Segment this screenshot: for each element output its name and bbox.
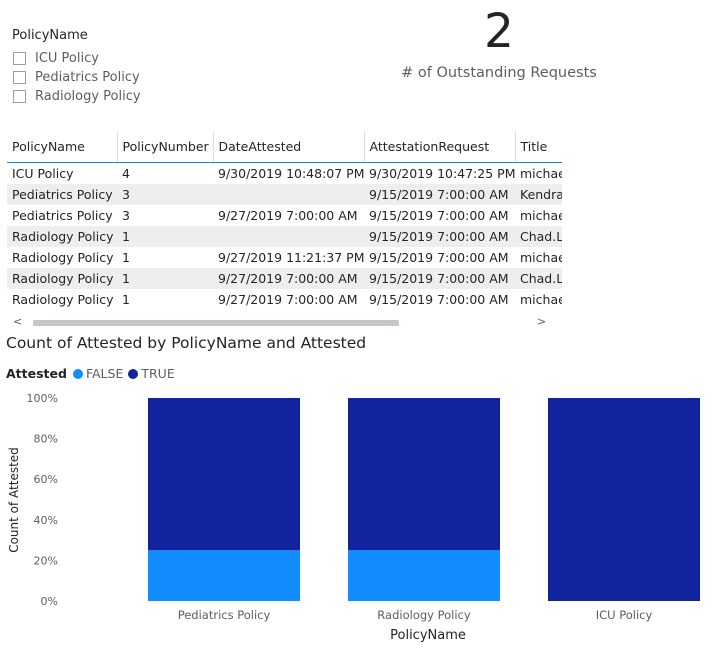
table-row: Radiology Policy 1 9/15/2019 7:00:00 AM … xyxy=(7,226,562,247)
chart-title: Count of Attested by PolicyName and Atte… xyxy=(6,334,367,352)
legend-label: TRUE xyxy=(141,366,175,381)
card-value: 2 xyxy=(484,4,514,59)
cell: 9/15/2019 7:00:00 AM xyxy=(364,184,515,205)
cell: 9/27/2019 7:00:00 AM xyxy=(213,289,364,310)
cell: ICU Policy xyxy=(7,162,117,184)
policyname-slicer: PolicyName ICU Policy Pediatrics Policy … xyxy=(12,28,212,106)
cell xyxy=(213,184,364,205)
cell: 9/30/2019 10:48:07 PM xyxy=(213,162,364,184)
cell: 9/27/2019 7:00:00 AM xyxy=(213,205,364,226)
scrollbar-thumb[interactable] xyxy=(33,320,399,326)
cell: michae xyxy=(515,205,562,226)
cell: 9/15/2019 7:00:00 AM xyxy=(364,247,515,268)
x-tick-label: Pediatrics Policy xyxy=(178,608,271,622)
x-tick-label: ICU Policy xyxy=(596,608,653,622)
column-header-policyname[interactable]: PolicyName xyxy=(7,131,118,163)
column-header-title[interactable]: Title xyxy=(515,131,562,163)
cell: 9/30/2019 10:47:25 PM xyxy=(364,162,515,184)
bar-false[interactable] xyxy=(348,550,500,601)
cell: 9/15/2019 7:00:00 AM xyxy=(364,205,515,226)
cell: 1 xyxy=(117,226,213,247)
cell: Chad.L xyxy=(515,268,562,289)
legend-item-false[interactable]: FALSE xyxy=(72,366,124,381)
outstanding-requests-card: 2 # of Outstanding Requests xyxy=(380,2,618,81)
column-header-policynumber[interactable]: PolicyNumber xyxy=(117,131,214,163)
cell: 4 xyxy=(117,162,213,184)
cell: 3 xyxy=(117,184,213,205)
cell: michae xyxy=(515,289,562,310)
table-row: Pediatrics Policy 3 9/27/2019 7:00:00 AM… xyxy=(7,205,562,226)
cell: Radiology Policy xyxy=(7,247,117,268)
column-header-dateattested[interactable]: DateAttested xyxy=(213,131,365,163)
slicer-item-radiology[interactable]: Radiology Policy xyxy=(12,87,212,106)
legend-title: Attested xyxy=(6,366,67,381)
cell: Chad.L xyxy=(515,226,562,247)
cell: 1 xyxy=(117,268,213,289)
y-tick-label: 40% xyxy=(34,514,58,527)
attestation-table: PolicyName PolicyNumber DateAttested Att… xyxy=(7,131,562,331)
slicer-item-label: Radiology Policy xyxy=(35,89,141,104)
bar-true[interactable] xyxy=(548,398,700,601)
stacked-bar-chart: 0% 20% 40% 60% 80% 100% Pediatrics Policy Radio… xyxy=(7,392,700,643)
scroll-right-icon[interactable]: > xyxy=(537,315,546,328)
cell: 9/15/2019 7:00:00 AM xyxy=(364,268,515,289)
cell: 1 xyxy=(117,247,213,268)
cell: 9/27/2019 7:00:00 AM xyxy=(213,268,364,289)
cell: Radiology Policy xyxy=(7,226,117,247)
y-tick-label: 80% xyxy=(34,433,58,446)
slicer-title: PolicyName xyxy=(12,28,88,43)
column-header-attestationrequest[interactable]: AttestationRequest xyxy=(364,131,516,163)
y-tick-label: 20% xyxy=(34,554,58,567)
cell: michae xyxy=(515,247,562,268)
checkbox[interactable] xyxy=(13,90,26,103)
table-header-row: PolicyName PolicyNumber DateAttested Att… xyxy=(7,131,562,163)
cell: Pediatrics Policy xyxy=(7,205,117,226)
bar-true[interactable] xyxy=(348,398,500,551)
legend-label: FALSE xyxy=(85,366,124,381)
y-tick-label: 60% xyxy=(34,473,58,486)
y-axis-title: Count of Attested xyxy=(7,447,21,553)
slicer-item-icu[interactable]: ICU Policy xyxy=(12,49,212,68)
bar-true[interactable] xyxy=(148,398,300,551)
horizontal-scrollbar[interactable]: < > xyxy=(7,315,562,329)
cell: Kendra xyxy=(515,184,562,205)
slicer-item-pediatrics[interactable]: Pediatrics Policy xyxy=(12,68,212,87)
cell: 9/15/2019 7:00:00 AM xyxy=(364,226,515,247)
checkbox[interactable] xyxy=(13,52,26,65)
legend-false-marker xyxy=(72,368,83,379)
table-row: Radiology Policy 1 9/27/2019 11:21:37 PM… xyxy=(7,247,562,268)
cell: 9/15/2019 7:00:00 AM xyxy=(364,289,515,310)
slicer-item-label: Pediatrics Policy xyxy=(35,70,140,85)
cell: Radiology Policy xyxy=(7,289,117,310)
cell: michae xyxy=(515,162,562,184)
y-tick-label: 100% xyxy=(27,392,58,405)
table-row: Radiology Policy 1 9/27/2019 7:00:00 AM … xyxy=(7,289,562,310)
checkbox[interactable] xyxy=(13,71,26,84)
table-row: Pediatrics Policy 3 9/15/2019 7:00:00 AM… xyxy=(7,184,562,205)
card-label: # of Outstanding Requests xyxy=(401,65,597,81)
table-row: Radiology Policy 1 9/27/2019 7:00:00 AM … xyxy=(7,268,562,289)
bar-false[interactable] xyxy=(148,550,300,601)
legend-item-true[interactable]: TRUE xyxy=(128,366,175,381)
scroll-left-icon[interactable]: < xyxy=(13,315,22,328)
cell: Pediatrics Policy xyxy=(7,184,117,205)
chart-legend: Attested FALSE TRUE xyxy=(6,366,180,381)
cell: 1 xyxy=(117,289,213,310)
cell: Radiology Policy xyxy=(7,268,117,289)
y-tick-label: 0% xyxy=(41,595,58,608)
slicer-item-label: ICU Policy xyxy=(35,51,99,66)
cell xyxy=(213,226,364,247)
x-tick-label: Radiology Policy xyxy=(377,608,471,622)
table-row: ICU Policy 4 9/30/2019 10:48:07 PM 9/30/… xyxy=(7,162,562,184)
cell: 9/27/2019 11:21:37 PM xyxy=(213,247,364,268)
cell: 3 xyxy=(117,205,213,226)
legend-true-marker xyxy=(128,368,139,379)
x-axis-title: PolicyName xyxy=(390,628,466,643)
